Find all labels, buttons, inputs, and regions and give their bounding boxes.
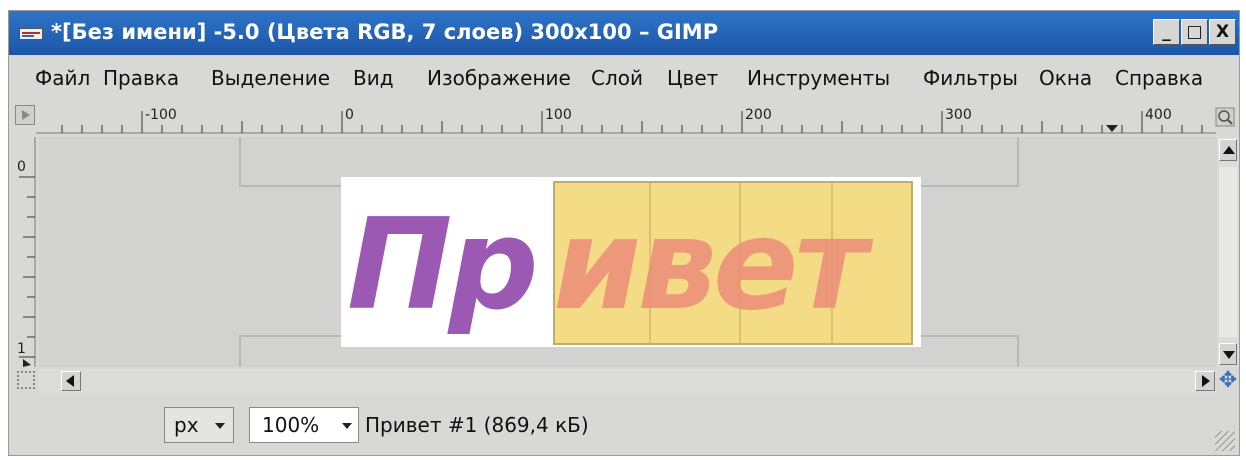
- text-layer-part2: ивет: [553, 191, 868, 338]
- chevron-down-icon: [215, 423, 225, 429]
- menu-layer[interactable]: Слой: [591, 66, 643, 90]
- menu-file[interactable]: Файл: [35, 66, 90, 90]
- vertical-scrollbar[interactable]: [1217, 137, 1239, 367]
- menu-colors[interactable]: Цвет: [667, 66, 718, 90]
- menu-tools[interactable]: Инструменты: [747, 66, 890, 90]
- horizontal-ruler-ticks: [36, 111, 1216, 134]
- status-info: Привет #1 (869,4 кБ): [365, 413, 589, 437]
- arrow-up-icon: [1223, 146, 1235, 154]
- zoom-select[interactable]: 100%: [249, 407, 359, 443]
- text-layer-part1: Пр: [347, 191, 539, 338]
- ruler-label: -100: [145, 107, 177, 123]
- arrow-left-icon: [66, 375, 74, 387]
- zoom-icon-glyph: [1215, 107, 1235, 127]
- unit-value: px: [174, 413, 199, 437]
- menu-view[interactable]: Вид: [353, 66, 394, 90]
- gimp-window-icon[interactable]: [19, 28, 43, 40]
- horizontal-ruler[interactable]: -100 0 100 200 300 400: [36, 105, 1216, 135]
- menu-bar: Файл Правка Выделение Вид Изображение Сл…: [9, 58, 1239, 98]
- menu-select[interactable]: Выделение: [211, 66, 330, 90]
- maximize-button[interactable]: □: [1181, 19, 1208, 45]
- quick-mask-icon[interactable]: [17, 371, 35, 389]
- image-area[interactable]: Пр ивет: [341, 177, 921, 347]
- menu-image[interactable]: Изображение: [427, 66, 571, 90]
- menu-edit[interactable]: Правка: [103, 66, 179, 90]
- vertical-scroll-thumb[interactable]: [1219, 167, 1237, 337]
- vertical-ruler[interactable]: 0 1: [15, 137, 37, 367]
- close-button[interactable]: X: [1209, 19, 1236, 45]
- resize-grip-icon[interactable]: [1215, 431, 1235, 451]
- gimp-image-window: *[Без имени] -5.0 (Цвета RGB, 7 слоев) 3…: [8, 10, 1240, 456]
- ruler-label: 400: [1145, 107, 1172, 123]
- zoom-icon[interactable]: [1215, 107, 1235, 127]
- image-canvas[interactable]: Пр ивет: [39, 137, 1217, 367]
- chevron-down-icon: [342, 423, 352, 429]
- ruler-label: 0: [345, 107, 354, 123]
- menu-filters[interactable]: Фильтры: [923, 66, 1018, 90]
- arrow-down-icon: [1223, 351, 1235, 359]
- zoom-value: 100%: [262, 413, 320, 437]
- status-bar: px 100% Привет #1 (869,4 кБ): [9, 395, 1239, 455]
- ruler-label: 300: [945, 107, 972, 123]
- scroll-down-button[interactable]: [1219, 343, 1237, 365]
- menu-windows[interactable]: Окна: [1039, 66, 1092, 90]
- unit-select[interactable]: px: [164, 407, 234, 443]
- menu-help[interactable]: Справка: [1115, 66, 1203, 90]
- ruler-label: 100: [545, 107, 572, 123]
- quick-mask-toggle[interactable]: [15, 105, 35, 125]
- arrow-right-icon: [1202, 375, 1210, 387]
- scroll-right-button[interactable]: [1195, 371, 1215, 391]
- navigate-icon[interactable]: ✥: [1217, 369, 1239, 393]
- scroll-left-button[interactable]: [61, 371, 81, 391]
- window-title: *[Без имени] -5.0 (Цвета RGB, 7 слоев) 3…: [51, 20, 719, 44]
- ruler-label: 0: [17, 159, 26, 175]
- ruler-label: 1: [17, 341, 26, 357]
- ruler-label: 200: [745, 107, 772, 123]
- scroll-up-button[interactable]: [1219, 139, 1237, 161]
- horizontal-scrollbar[interactable]: [39, 369, 1217, 393]
- title-bar[interactable]: *[Без имени] -5.0 (Цвета RGB, 7 слоев) 3…: [9, 11, 1239, 55]
- minimize-button[interactable]: _: [1153, 19, 1180, 45]
